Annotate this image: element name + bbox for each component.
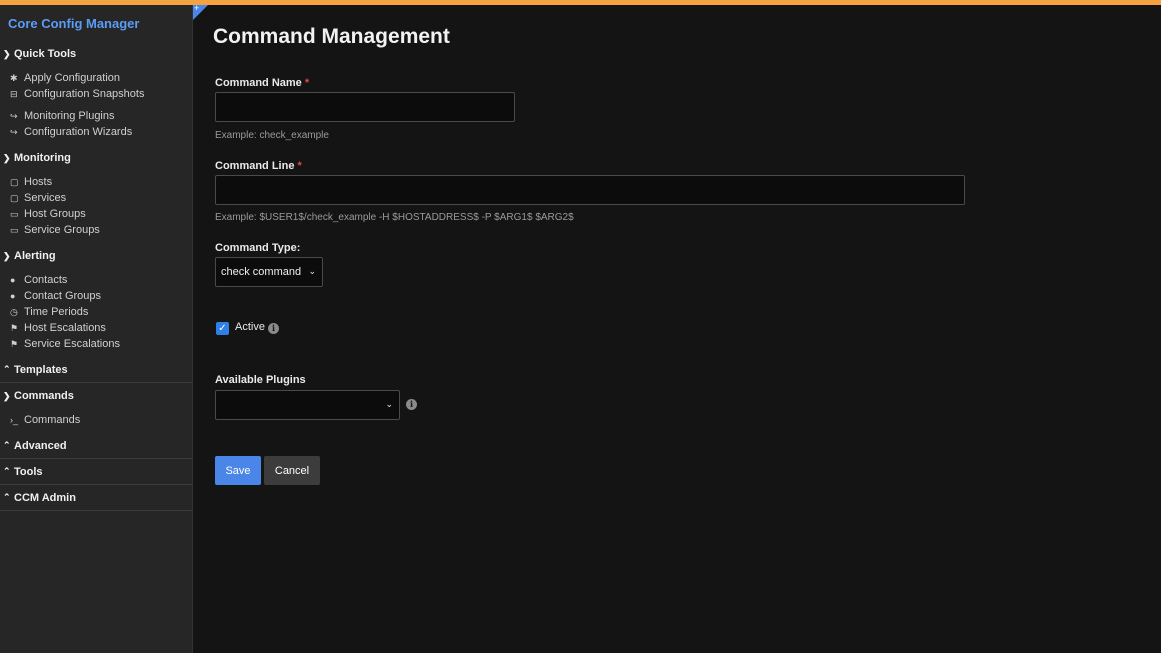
section-templates[interactable]: ⌃ Templates (0, 357, 192, 383)
app-title-link[interactable]: Core Config Manager (0, 5, 192, 41)
nav-commands[interactable]: ›_ Commands (0, 412, 192, 428)
nav-configuration-wizards[interactable]: ↪ Configuration Wizards (0, 124, 192, 140)
section-tools[interactable]: ⌃ Tools (0, 459, 192, 485)
share-icon: ↪ (10, 126, 18, 137)
section-label: Templates (14, 363, 68, 376)
section-label: Alerting (14, 250, 56, 262)
folder-icon: ▭ (10, 224, 19, 235)
active-label: Active (235, 321, 265, 333)
page-title: Command Management (213, 25, 450, 48)
nav-label: Commands (24, 414, 81, 426)
section-label: Commands (14, 390, 74, 402)
required-marker: * (297, 160, 302, 172)
chevron-up-icon: ⌃ (3, 364, 11, 374)
nav-host-escalations[interactable]: ⚑ Host Escalations (0, 320, 192, 336)
command-type-select[interactable]: check command ⌄ (215, 257, 323, 287)
nav-monitoring-plugins[interactable]: ↪ Monitoring Plugins (0, 108, 192, 124)
nav-host-groups[interactable]: ▭ Host Groups (0, 206, 192, 222)
section-label: Tools (14, 465, 43, 478)
nav-label: Configuration Snapshots (24, 88, 145, 100)
nav-service-escalations[interactable]: ⚑ Service Escalations (0, 336, 192, 352)
nav-label: Contact Groups (24, 290, 102, 302)
chevron-down-icon: ❯ (3, 250, 11, 261)
nav-label: Services (24, 192, 67, 204)
chevron-up-icon: ⌃ (3, 492, 11, 502)
command-name-label: Command Name * (215, 77, 309, 89)
available-plugins-label: Available Plugins (215, 374, 306, 386)
flag-icon: ⚑ (10, 338, 19, 349)
required-marker: * (304, 77, 310, 89)
chevron-down-icon: ❯ (3, 152, 11, 163)
section-commands[interactable]: ❯ Commands (0, 383, 192, 409)
section-label: Monitoring (14, 152, 71, 164)
nav-label: Configuration Wizards (24, 126, 133, 138)
plus-icon: + (194, 3, 200, 13)
nav-contact-groups[interactable]: ● Contact Groups (0, 288, 192, 304)
command-line-label: Command Line * (215, 160, 302, 172)
nav-label: Time Periods (24, 306, 89, 318)
user-icon: ● (10, 275, 16, 285)
nav-label: Service Escalations (24, 338, 120, 350)
chevron-down-icon: ❯ (3, 390, 11, 401)
nav-service-groups[interactable]: ▭ Service Groups (0, 222, 192, 238)
save-button[interactable]: Save (215, 456, 261, 485)
section-label: Advanced (14, 439, 67, 452)
label-text: Command Name (215, 77, 302, 89)
chevron-up-icon: ⌃ (3, 440, 11, 450)
select-value: check command (221, 266, 302, 278)
command-line-hint: Example: $USER1$/check_example -H $HOSTA… (215, 212, 574, 223)
nav-time-periods[interactable]: ◷ Time Periods (0, 304, 192, 320)
chevron-down-icon: ⌄ (308, 266, 316, 276)
nav-apply-configuration[interactable]: ✱ Apply Configuration (0, 70, 192, 86)
chevron-down-icon: ⌄ (385, 399, 393, 409)
command-name-hint: Example: check_example (215, 130, 329, 141)
section-ccm-admin[interactable]: ⌃ CCM Admin (0, 485, 192, 511)
cancel-button[interactable]: Cancel (264, 456, 320, 485)
command-name-input[interactable] (215, 92, 515, 122)
nav-label: Monitoring Plugins (24, 110, 115, 122)
section-label: Quick Tools (14, 48, 77, 60)
folder-icon: ▭ (10, 208, 19, 219)
section-advanced[interactable]: ⌃ Advanced (0, 433, 192, 459)
chevron-down-icon: ❯ (3, 48, 11, 59)
command-type-label: Command Type: (215, 242, 301, 254)
nav-label: Hosts (24, 176, 53, 188)
section-monitoring[interactable]: ❯ Monitoring (0, 145, 192, 171)
nav-services[interactable]: ▢ Services (0, 190, 192, 206)
nav-hosts[interactable]: ▢ Hosts (0, 174, 192, 190)
section-quick-tools[interactable]: ❯ Quick Tools (0, 41, 192, 67)
chevron-up-icon: ⌃ (3, 466, 11, 476)
nav-configuration-snapshots[interactable]: ⊟ Configuration Snapshots (0, 86, 192, 102)
clock-icon: ◷ (10, 306, 18, 317)
info-icon[interactable]: i (268, 323, 279, 334)
nav-label: Service Groups (24, 224, 100, 236)
nav-label: Host Groups (24, 208, 86, 220)
nav-label: Host Escalations (24, 322, 106, 334)
note-icon: ▢ (10, 192, 19, 203)
info-icon[interactable]: i (406, 399, 417, 410)
note-icon: ▢ (10, 176, 19, 187)
nav-label: Apply Configuration (24, 72, 121, 84)
archive-icon: ⊟ (10, 88, 18, 99)
asterisk-icon: ✱ (10, 72, 18, 83)
terminal-icon: ›_ (10, 415, 19, 425)
active-checkbox[interactable]: ✓ (216, 322, 229, 335)
flag-icon: ⚑ (10, 322, 19, 333)
available-plugins-select[interactable]: ⌄ (215, 390, 400, 420)
label-text: Command Line (215, 160, 295, 172)
nav-label: Contacts (24, 274, 68, 286)
section-label: CCM Admin (14, 491, 76, 504)
command-line-input[interactable] (215, 175, 965, 205)
users-icon: ● (10, 291, 16, 301)
sidebar: Core Config Manager ❯ Quick Tools ✱ Apply… (0, 5, 193, 653)
share-icon: ↪ (10, 110, 18, 121)
nav-contacts[interactable]: ● Contacts (0, 272, 192, 288)
section-alerting[interactable]: ❯ Alerting (0, 243, 192, 269)
